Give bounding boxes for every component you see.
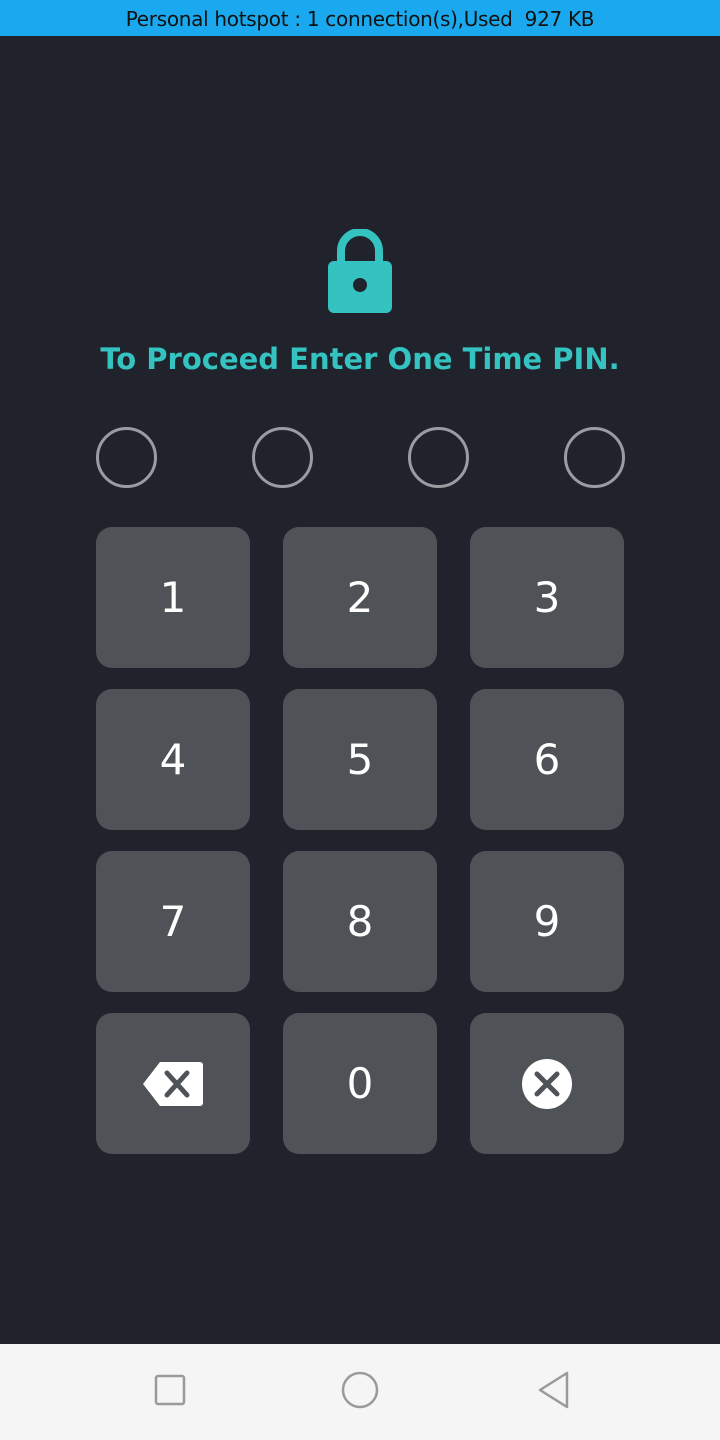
key-1[interactable]: 1 [96,527,250,668]
square-icon [154,1374,186,1411]
clear-button[interactable] [470,1013,624,1154]
lock-icon [327,228,393,315]
triangle-back-icon [537,1371,571,1414]
key-2[interactable]: 2 [283,527,437,668]
pin-dot-1 [96,427,157,488]
key-8[interactable]: 8 [283,851,437,992]
key-7[interactable]: 7 [96,851,250,992]
backspace-button[interactable] [96,1013,250,1154]
key-label: 9 [533,897,561,946]
pin-dot-3 [408,427,469,488]
recents-button[interactable] [150,1372,190,1412]
key-4[interactable]: 4 [96,689,250,830]
system-nav-bar [0,1344,720,1440]
otp-prompt: To Proceed Enter One Time PIN. [100,342,620,376]
circle-icon [341,1371,379,1414]
key-3[interactable]: 3 [470,527,624,668]
key-5[interactable]: 5 [283,689,437,830]
hotspot-status-bar[interactable]: Personal hotspot : 1 connection(s),Used … [0,0,720,36]
key-label: 6 [533,735,561,784]
key-9[interactable]: 9 [470,851,624,992]
clear-icon [521,1058,573,1110]
key-label: 0 [346,1059,374,1108]
key-label: 8 [346,897,374,946]
key-label: 3 [533,573,561,622]
key-0[interactable]: 0 [283,1013,437,1154]
key-label: 1 [159,573,187,622]
key-6[interactable]: 6 [470,689,624,830]
home-button[interactable] [340,1371,380,1414]
back-button[interactable] [534,1371,574,1414]
key-label: 4 [159,735,187,784]
pin-dot-2 [252,427,313,488]
key-label: 7 [159,897,187,946]
key-label: 2 [346,573,374,622]
key-label: 5 [346,735,374,784]
backspace-icon [142,1060,204,1108]
pin-dot-4 [564,427,625,488]
